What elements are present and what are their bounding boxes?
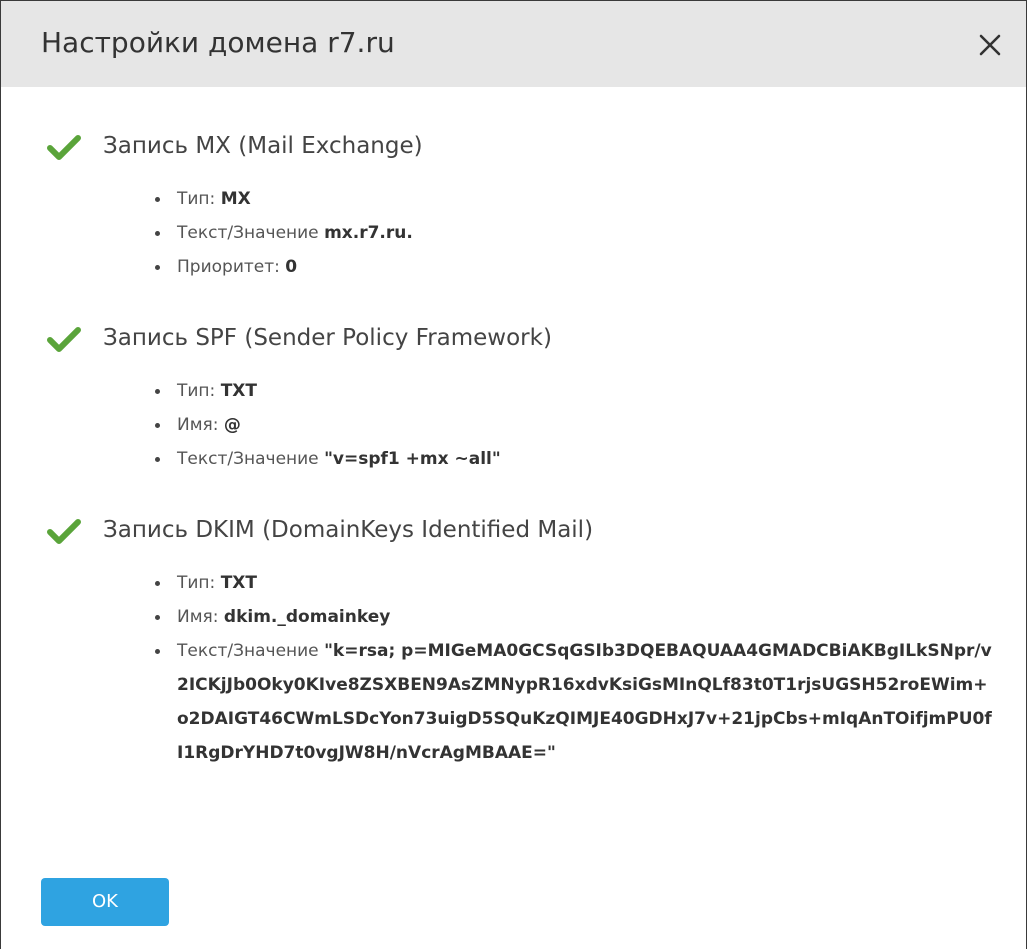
field-value: TXT [220,381,257,401]
field-value-text: Текст/Значение "v=spf1 +mx ~all" [155,442,995,476]
ok-button[interactable]: OK [41,878,169,926]
field-label: Текст/Значение [177,449,325,469]
field-type: Тип: MX [155,182,995,216]
field-value: mx.r7.ru. [324,223,413,243]
field-name: Имя: dkim._domainkey [155,600,995,634]
field-label: Тип: [177,573,221,593]
field-value: MX [220,189,251,209]
field-priority: Приоритет: 0 [155,250,995,284]
field-label: Текст/Значение [177,223,325,243]
field-label: Тип: [177,381,221,401]
dialog-title: Настройки домена r7.ru [41,26,395,59]
check-icon [47,519,81,544]
close-icon [979,34,1001,56]
field-list: Тип: TXT Имя: dkim._domainkey Текст/Знач… [155,566,995,770]
check-icon [47,135,81,160]
field-list: Тип: MX Текст/Значение mx.r7.ru. Приорит… [155,182,995,284]
field-value: TXT [220,573,257,593]
field-value: @ [223,415,241,435]
field-label: Имя: [177,607,224,627]
field-value: "v=spf1 +mx ~all" [324,449,501,469]
field-type: Тип: TXT [155,566,995,600]
section-title: Запись DKIM (DomainKeys Identified Mail) [103,517,594,543]
field-value: 0 [285,257,298,277]
section-title: Запись MX (Mail Exchange) [103,133,423,159]
field-label: Приоритет: [177,257,286,277]
section-title: Запись SPF (Sender Policy Framework) [103,325,552,351]
field-label: Тип: [177,189,221,209]
close-button[interactable] [976,31,1004,59]
field-list: Тип: TXT Имя: @ Текст/Значение "v=spf1 +… [155,374,995,476]
field-value-text: Текст/Значение "k=rsa; p=MIGeMA0GCSqGSIb… [155,634,995,770]
field-name: Имя: @ [155,408,995,442]
field-value-text: Текст/Значение mx.r7.ru. [155,216,995,250]
domain-settings-dialog: Настройки домена r7.ru Запись MX (Mail E… [0,0,1027,949]
field-label: Имя: [177,415,224,435]
field-label: Текст/Значение [177,641,325,661]
field-value: dkim._domainkey [223,607,391,627]
field-type: Тип: TXT [155,374,995,408]
dialog-header: Настройки домена r7.ru [1,1,1026,87]
check-icon [47,327,81,352]
